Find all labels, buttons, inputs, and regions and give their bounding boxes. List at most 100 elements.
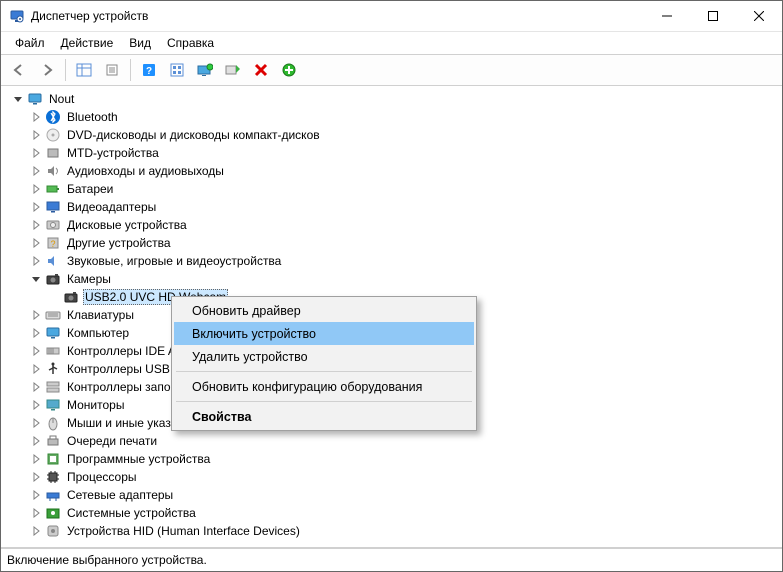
status-bar: Включение выбранного устройства. xyxy=(1,548,782,571)
tree-category[interactable]: DVD-дисководы и дисководы компакт-дисков xyxy=(5,126,782,144)
tree-category[interactable]: MTD-устройства xyxy=(5,144,782,162)
twisty-icon[interactable] xyxy=(29,362,43,376)
disc-icon xyxy=(45,127,61,143)
tree-category[interactable]: Видеоадаптеры xyxy=(5,198,782,216)
twisty-icon[interactable] xyxy=(29,506,43,520)
twisty-icon[interactable] xyxy=(29,272,43,286)
menu-help[interactable]: Справка xyxy=(159,34,222,52)
tree-category[interactable]: Устройства HID (Human Interface Devices) xyxy=(5,522,782,540)
app-icon xyxy=(9,8,25,24)
update-driver-button[interactable] xyxy=(192,57,218,83)
twisty-icon[interactable] xyxy=(29,344,43,358)
twisty-icon[interactable] xyxy=(29,236,43,250)
twisty-icon[interactable] xyxy=(29,182,43,196)
tree-category[interactable]: Очереди печати xyxy=(5,432,782,450)
twisty-icon[interactable] xyxy=(29,218,43,232)
tree-category-label: Мониторы xyxy=(65,398,126,412)
tree-category-label: Системные устройства xyxy=(65,506,198,520)
help-button[interactable]: ? xyxy=(136,57,162,83)
tree-category-label: Аудиовходы и аудиовыходы xyxy=(65,164,226,178)
tree-root-label: Nout xyxy=(47,92,76,106)
twisty-icon[interactable] xyxy=(29,128,43,142)
device-tree-pane[interactable]: Nout Bluetooth DVD-дисководы и дисководы к… xyxy=(1,86,782,548)
back-button[interactable] xyxy=(6,57,32,83)
tree-category[interactable]: ? Другие устройства xyxy=(5,234,782,252)
context-menu-separator xyxy=(176,371,472,372)
tree-category-label: Другие устройства xyxy=(65,236,173,250)
menu-action[interactable]: Действие xyxy=(53,34,122,52)
tree-root[interactable]: Nout xyxy=(5,90,782,108)
tree-category-label: Bluetooth xyxy=(65,110,120,124)
twisty-icon[interactable] xyxy=(11,92,25,106)
title-bar: Диспетчер устройств xyxy=(1,1,782,32)
ide-icon xyxy=(45,343,61,359)
twisty-icon[interactable] xyxy=(29,416,43,430)
twisty-icon[interactable] xyxy=(29,110,43,124)
twisty-icon[interactable] xyxy=(29,308,43,322)
printer-icon xyxy=(45,433,61,449)
network-icon xyxy=(45,487,61,503)
mouse-icon xyxy=(45,415,61,431)
tree-category[interactable]: Системные устройства xyxy=(5,504,782,522)
maximize-button[interactable] xyxy=(690,1,736,31)
tree-category-label: DVD-дисководы и дисководы компакт-дисков xyxy=(65,128,322,142)
twisty-icon[interactable] xyxy=(29,254,43,268)
tree-category[interactable]: Bluetooth xyxy=(5,108,782,126)
twisty-icon[interactable] xyxy=(29,470,43,484)
tree-category-label: Дисковые устройства xyxy=(65,218,189,232)
tree-category[interactable]: Камеры xyxy=(5,270,782,288)
twisty-icon[interactable] xyxy=(29,434,43,448)
enable-device-button[interactable] xyxy=(220,57,246,83)
twisty-icon[interactable] xyxy=(29,200,43,214)
context-menu-item[interactable]: Удалить устройство xyxy=(174,345,474,368)
tree-category-label: Клавиатуры xyxy=(65,308,136,322)
toolbar: ? xyxy=(1,54,782,86)
tree-category-label: Батареи xyxy=(65,182,115,196)
window-controls xyxy=(644,1,782,31)
usb-icon xyxy=(45,361,61,377)
twisty-icon[interactable] xyxy=(29,380,43,394)
tree-category[interactable]: Аудиовходы и аудиовыходы xyxy=(5,162,782,180)
minimize-button[interactable] xyxy=(644,1,690,31)
tree-category-label: Очереди печати xyxy=(65,434,159,448)
twisty-icon[interactable] xyxy=(29,452,43,466)
context-menu-item[interactable]: Обновить конфигурацию оборудования xyxy=(174,375,474,398)
other-icon: ? xyxy=(45,235,61,251)
twisty-icon[interactable] xyxy=(29,398,43,412)
tree-category[interactable]: Батареи xyxy=(5,180,782,198)
twisty-icon[interactable] xyxy=(29,326,43,340)
audio-icon xyxy=(45,163,61,179)
twisty-icon[interactable] xyxy=(29,524,43,538)
context-menu-separator xyxy=(176,401,472,402)
context-menu-item[interactable]: Обновить драйвер xyxy=(174,299,474,322)
generic-icon xyxy=(45,145,61,161)
close-button[interactable] xyxy=(736,1,782,31)
twisty-icon[interactable] xyxy=(29,488,43,502)
menu-file[interactable]: Файл xyxy=(7,34,53,52)
tree-category[interactable]: Процессоры xyxy=(5,468,782,486)
software-icon xyxy=(45,451,61,467)
cpu-icon xyxy=(45,469,61,485)
tree-category[interactable]: Программные устройства xyxy=(5,450,782,468)
properties-button[interactable] xyxy=(99,57,125,83)
tree-category[interactable]: Дисковые устройства xyxy=(5,216,782,234)
view-icons-button[interactable] xyxy=(164,57,190,83)
context-menu-item[interactable]: Свойства xyxy=(174,405,474,428)
tree-category[interactable]: Звуковые, игровые и видеоустройства xyxy=(5,252,782,270)
storage-icon xyxy=(45,379,61,395)
twisty-icon[interactable] xyxy=(29,146,43,160)
tree-category-label: Программные устройства xyxy=(65,452,212,466)
tree-category[interactable]: Сетевые адаптеры xyxy=(5,486,782,504)
uninstall-button[interactable] xyxy=(248,57,274,83)
scan-hardware-button[interactable] xyxy=(276,57,302,83)
camera-icon xyxy=(45,271,61,287)
battery-icon xyxy=(45,181,61,197)
tree-category-label: Процессоры xyxy=(65,470,139,484)
show-hide-tree-button[interactable] xyxy=(71,57,97,83)
forward-button[interactable] xyxy=(34,57,60,83)
window-title: Диспетчер устройств xyxy=(31,9,148,23)
twisty-icon[interactable] xyxy=(29,164,43,178)
tree-category-label: Камеры xyxy=(65,272,113,286)
menu-view[interactable]: Вид xyxy=(121,34,159,52)
context-menu-item[interactable]: Включить устройство xyxy=(174,322,474,345)
